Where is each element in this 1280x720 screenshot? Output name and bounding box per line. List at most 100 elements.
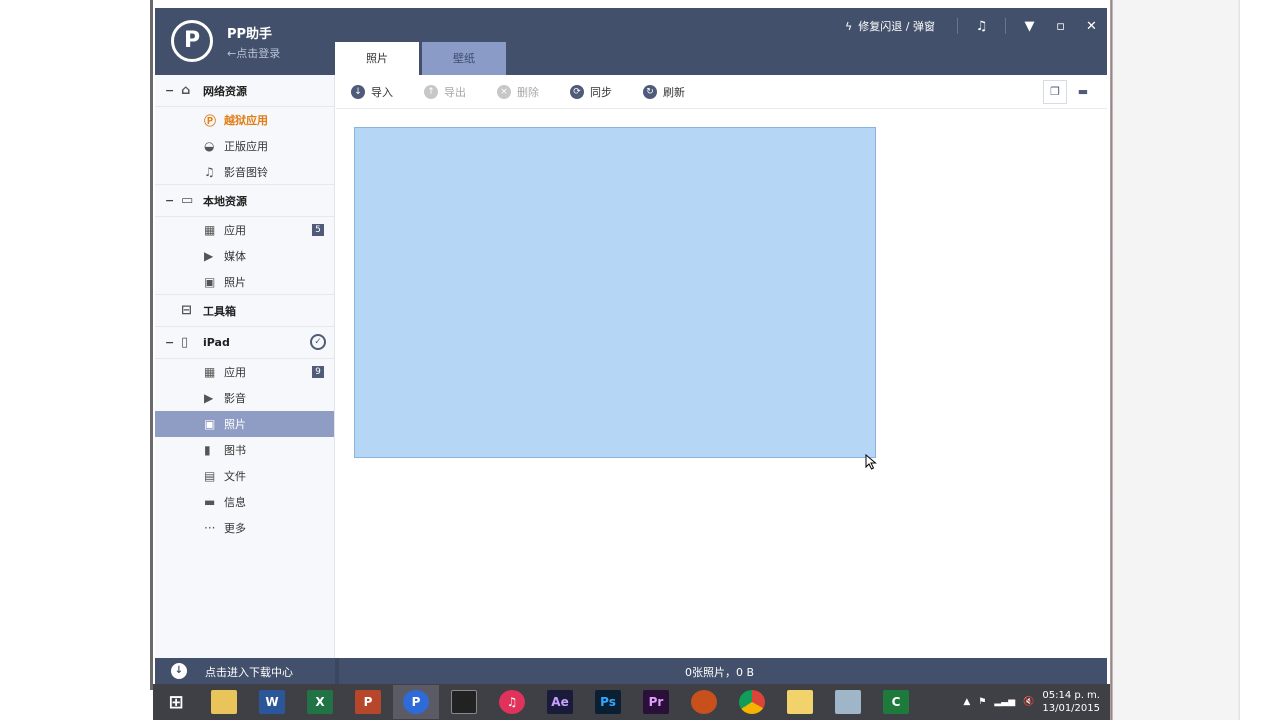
tab-photos[interactable]: 照片 <box>335 42 419 75</box>
sidebar-item-media-ringtones[interactable]: ♫ 影音图铃 <box>155 159 334 185</box>
camtasia-icon[interactable]: C <box>873 685 919 719</box>
sidebar-item-label: 照片 <box>224 275 246 289</box>
book-icon: ▮ <box>204 443 211 457</box>
file-explorer-icon[interactable] <box>201 685 247 719</box>
sidebar-group-network[interactable]: − ⌂ 网络资源 <box>155 75 334 107</box>
sidebar-group-toolbox[interactable]: ⊟ 工具箱 <box>155 295 334 327</box>
login-link[interactable]: ←点击登录 <box>227 45 280 61</box>
collapse-icon[interactable]: − <box>165 336 181 349</box>
toolbox-icon: ⊟ <box>181 303 192 318</box>
refresh-button[interactable]: ↻ 刷新 <box>643 84 685 100</box>
sidebar-group-local[interactable]: − ▭ 本地资源 <box>155 185 334 217</box>
status-bar: ↓ 点击进入下载中心 0张照片，0 B <box>155 658 1107 684</box>
message-icon: ▬ <box>204 495 216 509</box>
music-note-icon: ♫ <box>204 164 215 179</box>
close-icon[interactable]: ✕ <box>1076 19 1107 34</box>
sidebar-item-label: 媒体 <box>224 250 246 263</box>
collapse-icon[interactable]: − <box>165 84 181 97</box>
music-icon[interactable]: ♫ <box>966 19 997 34</box>
excel-icon[interactable]: X <box>297 685 343 719</box>
photo-content-area[interactable] <box>336 110 1107 658</box>
window-view-icon[interactable]: ❐ <box>1043 80 1067 104</box>
sidebar-item-local-media[interactable]: ▶ 媒体 <box>155 243 334 269</box>
menu-icon[interactable]: ▼ <box>1014 19 1045 34</box>
file-icon: ▤ <box>204 469 216 483</box>
sync-button[interactable]: ⟳ 同步 <box>570 84 612 100</box>
network-icon[interactable]: ▂▃▅ <box>994 697 1015 707</box>
grid-icon: ▦ <box>204 223 216 237</box>
download-center-link[interactable]: 点击进入下载中心 <box>205 664 293 680</box>
volume-muted-icon[interactable]: 🔇 <box>1023 697 1034 707</box>
sidebar-item-label: 影音图铃 <box>224 165 268 179</box>
toolbar: ↓ 导入 ↑ 导出 × 删除 ⟳ 同步 ↻ 刷新 ❐ ▬ <box>336 75 1107 109</box>
sidebar-item-ipad-messages[interactable]: ▬ 信息 <box>155 489 334 515</box>
sidebar-item-ipad-media[interactable]: ▶ 影音 <box>155 385 334 411</box>
sidebar-item-label: 正版应用 <box>224 140 268 153</box>
status-divider <box>335 658 339 684</box>
lightning-icon: ϟ <box>845 19 853 33</box>
delete-button[interactable]: × 删除 <box>497 84 539 100</box>
repair-button[interactable]: ϟ 修复闪退 / 弹窗 <box>845 18 935 34</box>
desktop-left <box>0 0 153 720</box>
delete-icon: × <box>497 84 511 99</box>
photoshop-icon[interactable]: Ps <box>585 685 631 719</box>
sidebar-item-label: 图书 <box>224 444 246 457</box>
sidebar-item-jailbreak-apps[interactable]: Ⓟ 越狱应用 <box>155 107 334 133</box>
show-hidden-icons-icon[interactable]: ▲ <box>963 697 970 707</box>
connected-check-icon: ✓ <box>310 334 326 350</box>
sidebar-item-local-photos[interactable]: ▣ 照片 <box>155 269 334 295</box>
desktop-right <box>1110 0 1280 720</box>
itunes-icon[interactable]: ♫ <box>489 685 535 719</box>
film-icon[interactable] <box>441 685 487 719</box>
sidebar-group-ipad[interactable]: − ▯ iPad ✓ <box>155 327 334 359</box>
tab-bar: 照片 壁纸 <box>335 42 509 75</box>
sidebar-item-local-apps[interactable]: ▦ 应用 5 <box>155 217 334 243</box>
pp-assistant-window: P PP助手 ←点击登录 照片 壁纸 ϟ 修复闪退 / 弹窗 ♫ ▼ ▫ ✕ −… <box>155 8 1107 684</box>
sidebar-item-ipad-photos[interactable]: ▣ 照片 <box>155 411 334 437</box>
clock[interactable]: 05:14 p. m. 13/01/2015 <box>1042 689 1100 715</box>
chrome-icon[interactable] <box>729 685 775 719</box>
export-icon: ↑ <box>424 84 438 99</box>
group-label: 本地资源 <box>203 194 247 208</box>
folder-view-icon[interactable]: ▬ <box>1071 80 1095 104</box>
tab-wallpaper[interactable]: 壁纸 <box>422 42 506 75</box>
remote-desktop-icon[interactable] <box>825 685 871 719</box>
minimize-icon[interactable]: ▫ <box>1045 19 1076 34</box>
sidebar-item-ipad-files[interactable]: ▤ 文件 <box>155 463 334 489</box>
collapse-icon[interactable]: − <box>165 194 181 207</box>
word-icon[interactable]: W <box>249 685 295 719</box>
pp-assistant-taskbar-icon[interactable]: P <box>393 685 439 719</box>
sidebar-item-genuine-apps[interactable]: ◒ 正版应用 <box>155 133 334 159</box>
flag-icon[interactable]: ⚑ <box>978 697 986 707</box>
sidebar-item-label: 影音 <box>224 392 246 405</box>
group-label: iPad <box>203 336 230 349</box>
export-label: 导出 <box>444 85 466 99</box>
view-toggle: ❐ ▬ <box>1043 80 1095 104</box>
import-icon: ↓ <box>351 84 365 99</box>
sidebar-item-label: 照片 <box>224 418 246 431</box>
sidebar-item-ipad-apps[interactable]: ▦ 应用 9 <box>155 359 334 385</box>
count-badge: 5 <box>312 224 324 236</box>
powerpoint-icon[interactable]: P <box>345 685 391 719</box>
sync-label: 同步 <box>590 85 612 99</box>
title-bar: P PP助手 ←点击登录 照片 壁纸 ϟ 修复闪退 / 弹窗 ♫ ▼ ▫ ✕ <box>155 8 1107 75</box>
sidebar-item-ipad-more[interactable]: ··· 更多 <box>155 515 334 541</box>
swirl-app-icon[interactable] <box>681 685 727 719</box>
export-button[interactable]: ↑ 导出 <box>424 84 466 100</box>
grid-icon: ▦ <box>204 365 216 379</box>
import-button[interactable]: ↓ 导入 <box>351 84 393 100</box>
photo-count: 0张照片，0 B <box>685 666 755 679</box>
video-icon: ▶ <box>204 249 214 263</box>
windows-start-icon[interactable]: ⊞ <box>153 685 199 719</box>
app-name: PP助手 <box>227 27 273 42</box>
folder-icon[interactable] <box>777 685 823 719</box>
premiere-icon[interactable]: Pr <box>633 685 679 719</box>
title-controls: ϟ 修复闪退 / 弹窗 ♫ ▼ ▫ ✕ <box>845 16 1107 36</box>
sidebar-item-ipad-books[interactable]: ▮ 图书 <box>155 437 334 463</box>
tablet-icon: ▯ <box>181 335 189 350</box>
after-effects-icon[interactable]: Ae <box>537 685 583 719</box>
photo-icon: ▣ <box>204 417 216 431</box>
pp-logo-icon[interactable]: P <box>171 20 213 62</box>
download-icon[interactable]: ↓ <box>171 663 187 679</box>
sidebar: − ⌂ 网络资源 Ⓟ 越狱应用 ◒ 正版应用 ♫ 影音图铃 − ▭ 本地资源 ▦… <box>155 75 335 658</box>
